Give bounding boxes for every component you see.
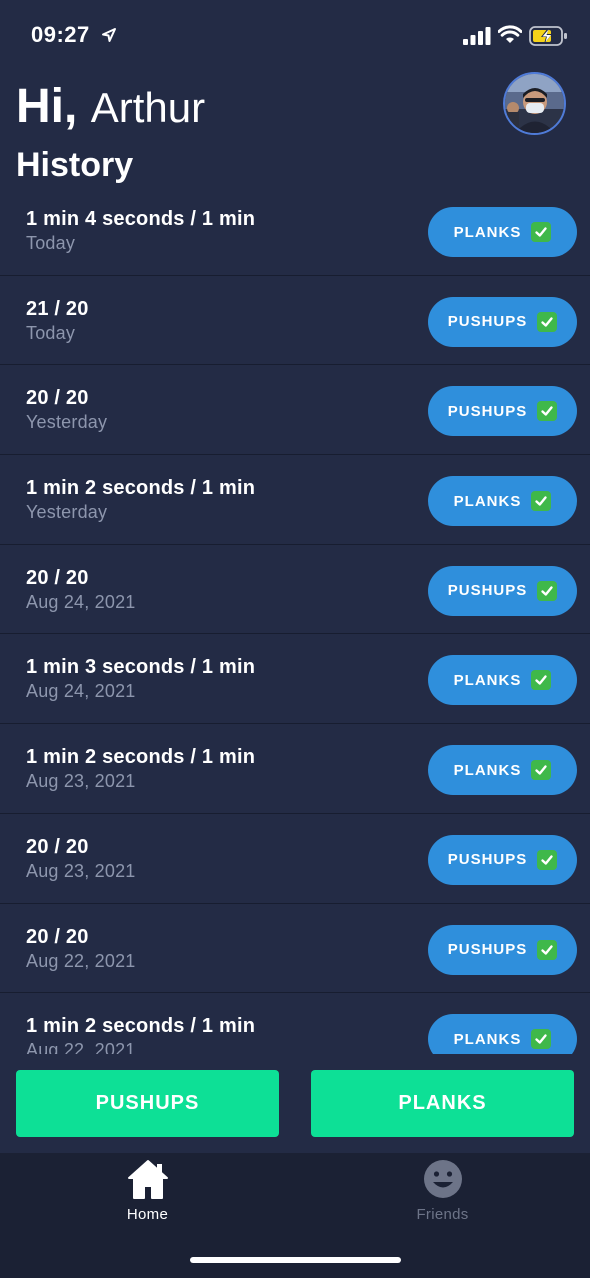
history-row[interactable]: 21 / 20 Today PUSHUPS — [0, 276, 590, 366]
exercise-badge[interactable]: PLANKS — [428, 207, 577, 257]
history-result: 21 / 20 — [26, 297, 89, 320]
greeting-hi: Hi, — [16, 80, 78, 133]
exercise-badge[interactable]: PLANKS — [428, 655, 577, 706]
check-mark-icon — [537, 401, 558, 422]
exercise-badge[interactable]: PLANKS — [428, 745, 577, 796]
exercise-badge[interactable]: PLANKS — [428, 476, 577, 527]
check-mark-icon — [531, 222, 552, 242]
avatar-photo — [505, 74, 564, 133]
history-date: Aug 23, 2021 — [26, 771, 136, 792]
exercise-badge-label: PUSHUPS — [447, 313, 528, 331]
history-row[interactable]: 1 min 3 seconds / 1 min Aug 24, 2021 PLANK… — [0, 634, 590, 725]
tab-home-label: Home — [126, 1206, 169, 1223]
greeting-name: Arthur — [90, 84, 206, 131]
history-date: Yesterday — [26, 412, 108, 433]
exercise-badge-label: PLANKS — [453, 492, 522, 510]
tab-friends-label: Friends — [416, 1206, 469, 1223]
history-list[interactable]: 1 min 4 seconds / 1 min Today PLANKS 21 / 2… — [0, 186, 590, 1054]
history-result: 20 / 20 — [26, 566, 89, 589]
history-date: Aug 24, 2021 — [26, 681, 136, 702]
exercise-badge[interactable]: PUSHUPS — [428, 924, 577, 975]
exercise-badge-label: PUSHUPS — [447, 941, 528, 958]
exercise-badge-label: PLANKS — [453, 1030, 522, 1048]
history-result: 1 min 2 seconds / 1 min — [26, 746, 256, 769]
history-result: 1 min 3 seconds / 1 min — [26, 656, 256, 679]
wifi-icon — [498, 25, 522, 43]
check-mark-icon — [537, 849, 558, 870]
avatar[interactable] — [503, 72, 566, 135]
tab-home[interactable]: Home — [0, 1153, 295, 1233]
exercise-badge[interactable]: PUSHUPS — [428, 834, 577, 885]
status-time: 09:27 — [31, 22, 90, 47]
history-date: Aug 23, 2021 — [26, 860, 136, 881]
history-row[interactable]: 20 / 20 Yesterday PUSHUPS — [0, 365, 590, 456]
history-result: 20 / 20 — [26, 835, 89, 858]
check-mark-icon — [531, 491, 552, 512]
check-mark-icon — [537, 580, 558, 601]
history-result: 1 min 2 seconds / 1 min — [26, 477, 256, 500]
check-mark-icon — [531, 760, 552, 781]
exercise-badge[interactable]: PUSHUPS — [428, 386, 577, 437]
history-date: Today — [26, 233, 76, 253]
battery-charging-icon — [529, 26, 567, 46]
history-row[interactable]: 1 min 4 seconds / 1 min Today PLANKS — [0, 186, 590, 276]
exercise-badge-label: PLANKS — [453, 671, 522, 689]
start-planks-button[interactable]: PLANKS — [311, 1070, 574, 1137]
history-row[interactable]: 1 min 2 seconds / 1 min Yesterday PLANKS — [0, 455, 590, 545]
exercise-badge-label: PLANKS — [453, 761, 522, 779]
exercise-badge-label: PLANKS — [453, 223, 522, 241]
check-mark-icon — [537, 939, 558, 960]
greeting: Hi, Arthur — [16, 80, 205, 135]
history-row[interactable]: 1 min 2 seconds / 1 min Aug 22, 2021 PLANK… — [0, 993, 590, 1054]
tab-friends[interactable]: Friends — [295, 1153, 590, 1233]
history-date: Today — [26, 322, 76, 343]
home-indicator — [190, 1257, 401, 1263]
start-pushups-button[interactable]: PUSHUPS — [16, 1070, 279, 1137]
smiley-face-icon — [423, 1160, 462, 1198]
exercise-badge-label: PUSHUPS — [447, 851, 528, 869]
history-result: 20 / 20 — [26, 387, 89, 410]
exercise-badge-label: PUSHUPS — [447, 582, 528, 600]
history-row[interactable]: 20 / 20 Aug 23, 2021 PUSHUPS — [0, 814, 590, 904]
exercise-badge-label: PUSHUPS — [447, 402, 528, 420]
history-row[interactable]: 1 min 2 seconds / 1 min Aug 23, 2021 PLANK… — [0, 724, 590, 814]
exercise-badge[interactable]: PUSHUPS — [428, 296, 577, 347]
history-date: Aug 22, 2021 — [26, 950, 136, 971]
cellular-signal-icon — [463, 27, 491, 45]
check-mark-icon — [531, 670, 552, 691]
location-arrow-icon — [102, 28, 116, 42]
history-row[interactable]: 20 / 20 Aug 22, 2021 PUSHUPS — [0, 904, 590, 994]
history-result: 20 / 20 — [26, 925, 89, 948]
history-date: Aug 24, 2021 — [26, 591, 136, 612]
exercise-badge[interactable]: PUSHUPS — [428, 565, 577, 616]
history-result: 1 min 4 seconds / 1 min — [26, 208, 256, 230]
page-title: History — [16, 146, 134, 184]
check-mark-icon — [531, 1029, 552, 1050]
home-icon — [127, 1160, 168, 1199]
check-mark-icon — [537, 311, 558, 332]
history-date: Aug 22, 2021 — [26, 1040, 136, 1054]
history-row[interactable]: 20 / 20 Aug 24, 2021 PUSHUPS — [0, 545, 590, 635]
status-bar: 09:27 — [0, 0, 590, 72]
history-result: 1 min 2 seconds / 1 min — [26, 1015, 256, 1038]
history-date: Yesterday — [26, 502, 108, 523]
exercise-badge[interactable]: PLANKS — [428, 1014, 577, 1054]
